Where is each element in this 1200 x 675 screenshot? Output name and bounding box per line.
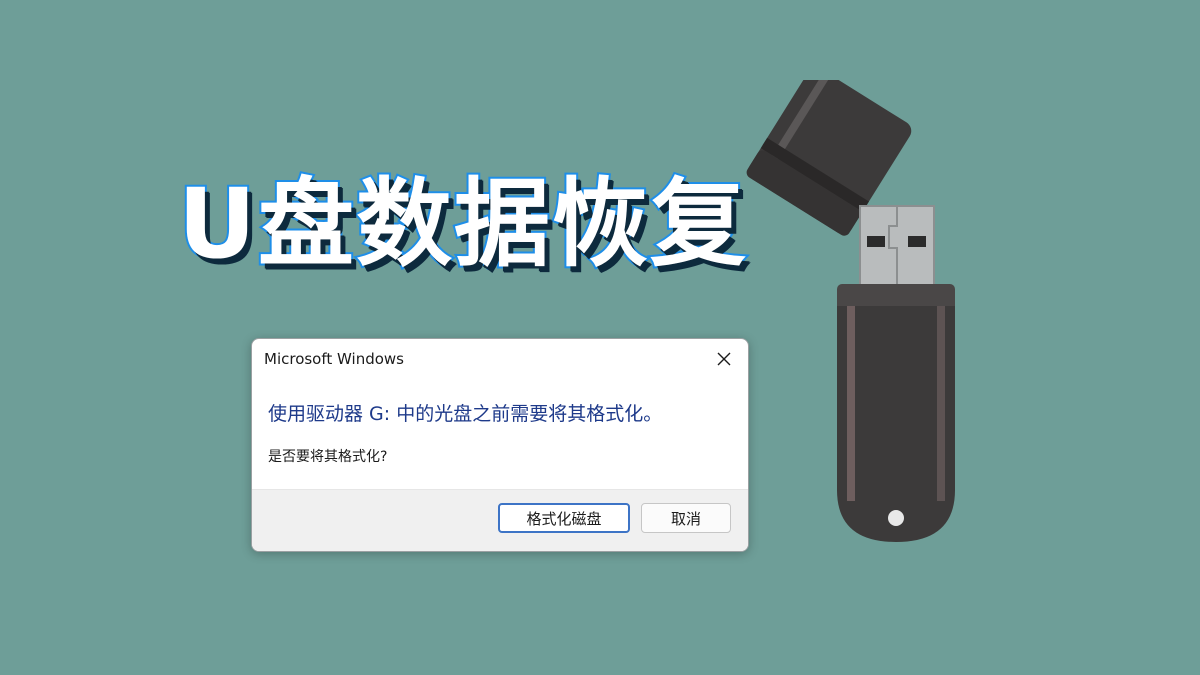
- close-icon: [717, 352, 731, 366]
- dialog-title: Microsoft Windows: [264, 350, 404, 368]
- format-disk-button[interactable]: 格式化磁盘: [498, 503, 630, 533]
- format-dialog: Microsoft Windows 使用驱动器 G: 中的光盘之前需要将其格式化…: [251, 338, 749, 552]
- cancel-button[interactable]: 取消: [641, 503, 731, 533]
- usb-body: [837, 284, 955, 542]
- content-text: 是否要将其格式化?: [268, 449, 388, 465]
- usb-connector: [859, 205, 935, 289]
- close-button[interactable]: [706, 343, 742, 375]
- headline: U盘数据恢复: [176, 166, 748, 282]
- dialog-footer: 格式化磁盘 取消: [252, 489, 748, 551]
- dialog-titlebar: Microsoft Windows: [252, 339, 748, 381]
- usb-flash-drive-icon: [746, 80, 955, 542]
- main-instruction: 使用驱动器 G: 中的光盘之前需要将其格式化。: [268, 403, 663, 425]
